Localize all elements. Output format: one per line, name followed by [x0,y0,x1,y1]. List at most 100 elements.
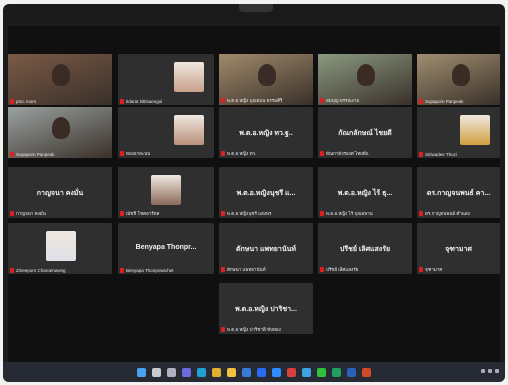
participant-name-label: Benyapa Thonpravichet [120,268,173,273]
participant-name-label: กาญจนา คงมั่น [10,210,46,217]
participant-name-label: จุฑามาศ [419,266,442,273]
participant-tile[interactable]: Supaporn Panpeak [417,54,500,105]
muted-mic-icon [221,327,225,332]
participant-tile[interactable]: pmc room [8,54,112,105]
participant-tile[interactable]: พ.ต.อ.หญิง บุณยมน ธรรมศิริ [219,54,313,105]
muted-mic-icon [10,268,14,273]
participant-display-name: ปรีชย์ เลิศแสงรัย [339,246,391,254]
participant-tile[interactable]: พ.ต.อ.หญิง ทว.ฐ.. พ.ต.อ.หญิง ทว. [219,107,313,158]
participant-tile[interactable]: tidarat kittisaengul [118,54,214,105]
participant-display-name: พ.ต.อ.หญิง ทว.ฐ.. [239,130,293,138]
search-icon[interactable] [152,367,161,377]
powerpoint-icon[interactable] [362,367,371,377]
participant-name-label: tidarat kittisaengul [120,99,162,104]
battery-icon[interactable] [495,369,499,373]
profile-picture [151,175,181,205]
muted-mic-icon [120,268,124,273]
participant-display-name: จุฑามาศ [445,246,472,254]
participant-silhouette [51,117,70,140]
file-explorer-icon[interactable] [227,367,236,377]
profile-picture [460,115,490,145]
participant-name-label: Siriwadee Thuzi [419,152,457,157]
muted-mic-icon [419,152,423,157]
muted-mic-icon [221,98,225,103]
participant-tile[interactable]: Supaporn Panpeak [8,107,112,158]
zoom-icon[interactable] [272,367,281,377]
participant-tile[interactable]: พ.ต.อ.หญิง ปาริชา... พ.ต.อ.หญิง ปาริชาติ … [219,283,313,334]
participant-name-label: พ.ต.อ.หญิง บุณยมน ธรรมศิริ [221,97,282,104]
system-tray[interactable] [481,369,499,373]
dropbox-icon[interactable] [257,367,266,377]
muted-mic-icon [419,99,423,104]
chat-icon[interactable] [182,367,191,377]
participant-tile[interactable]: พ.ต.อ.หญิงนุชรี แ... พ.ต.อ.หญิงนุชรี แสงพ… [219,167,313,218]
participant-name: tidarat kittisaengul [126,99,163,104]
participant-name-label: Supaporn Panpeak [10,152,55,157]
muted-mic-icon [320,151,324,156]
app-icon-green[interactable] [332,367,341,377]
participant-tile[interactable]: ปรีชย์ เลิศแสงรัย ปรีชย์ เลิศแสงรัย [318,223,412,274]
participant-name: Benyapa Thonpravichet [126,268,174,273]
wifi-icon[interactable] [481,369,485,373]
volume-icon[interactable] [488,369,492,373]
edge-icon[interactable] [197,367,206,377]
participant-name-label: Zineeporn Charoenwong [10,268,66,273]
participant-tile[interactable]: กาญจนา คงมั่น กาญจนา คงมั่น [8,167,112,218]
task-view-icon[interactable] [167,367,176,377]
participant-name: พ.ต.อ.หญิง ไร้ บุณยพาน [326,211,373,216]
participant-display-name: กาญจนา คงมั่น [36,190,84,198]
participant-name: พ.ต.อ.หญิงนุชรี แสงพร [227,211,272,216]
participant-name: จุฑามาศ [425,267,443,272]
store-icon[interactable] [242,367,251,377]
muted-mic-icon [10,99,14,104]
participant-name: ปรีชย์ เลิศแสงรัย [326,267,359,272]
participant-tile[interactable]: Benyapa Thonpr... Benyapa Thonpravichet [118,223,214,274]
chrome-icon[interactable] [212,367,221,377]
line-icon[interactable] [317,367,326,377]
word-icon[interactable] [347,367,356,377]
participant-display-name: พ.ต.อ.หญิง ปาริชา... [235,306,297,314]
participant-tile[interactable]: ทองอาสะนบ [118,107,214,158]
participant-tile[interactable]: สมบุญ พรรณงาม [318,54,412,105]
participant-tile[interactable]: Siriwadee Thuzi [417,107,500,158]
participant-name-label: พ.ต.อ.หญิง ทว. [221,150,256,157]
participant-name: ตักษนา แพทยานันท์ [227,267,266,272]
participant-tile[interactable]: จุฑามาศ จุฑามาศ [417,223,500,274]
participant-name-label: pmc room [10,99,36,104]
participant-tile[interactable]: ณัชชิ โชคอาร์ทส [118,167,214,218]
participant-name: สมบุญ พรรณงาม [326,98,360,103]
participant-name-label: ตักษนา แพทยานันท์ [221,266,266,273]
participant-name: พ.ต.อ.หญิง ปาริชาติ ทับทอง [227,327,281,332]
participant-tile[interactable]: ดร.กาญจนพนธ์ คา... ดร.กาญจนพนธ์ คำแสง [417,167,500,218]
participant-tile[interactable]: พ.ต.อ.หญิง ไร้ ธุ... พ.ต.อ.หญิง ไร้ บุณยพ… [318,167,412,218]
profile-picture [174,115,204,145]
participant-display-name: กัณกลักษณ์ ไชยดี [338,130,392,138]
participant-name: ณัชชิ โชคอาร์ทส [126,211,160,216]
participant-name: กาญจนา คงมั่น [16,211,46,216]
participant-name-label: ทัณกาดังรองศ ไทยดีแ [320,150,369,157]
participant-name: พ.ต.อ.หญิง ทว. [227,151,257,156]
photos-icon[interactable] [302,367,311,377]
participant-name-label: พ.ต.อ.หญิง ปาริชาติ ทับทอง [221,326,281,333]
profile-picture [46,231,76,261]
muted-mic-icon [320,98,324,103]
participant-name: ทองอาสะนบ [126,151,151,156]
muted-mic-icon [10,211,14,216]
participant-display-name: Benyapa Thonpr... [135,244,197,252]
participant-tile[interactable]: Zineeporn Charoenwong [8,223,112,274]
muted-mic-icon [10,152,14,157]
zoom-gallery-view: pmc room tidarat kittisaengul พ.ต.อ.หญิง บ… [8,26,500,362]
participant-display-name: ดร.กาญจนพนธ์ คา... [426,190,491,198]
monitor-bezel: pmc room tidarat kittisaengul พ.ต.อ.หญิง บ… [3,4,505,382]
app-icon-red[interactable] [287,367,296,377]
participant-display-name: ตักษนา แพทยานันท์ [235,246,297,254]
participant-tile[interactable]: ตักษนา แพทยานันท์ ตักษนา แพทยานันท์ [219,223,313,274]
participant-name: Supaporn Panpeak [425,99,464,104]
participant-name-label: ณัชชิ โชคอาร์ทส [120,210,159,217]
participant-name-label: ดร.กาญจนพนธ์ คำแสง [419,210,470,217]
participant-name-label: พ.ต.อ.หญิงนุชรี แสงพร [221,210,271,217]
windows-taskbar [3,362,505,382]
webcam [239,4,273,12]
participant-tile[interactable]: กัณกลักษณ์ ไชยดีทัณกาดังรองศ ไทยดีแ [318,107,412,158]
windows-start-icon[interactable] [137,367,146,377]
